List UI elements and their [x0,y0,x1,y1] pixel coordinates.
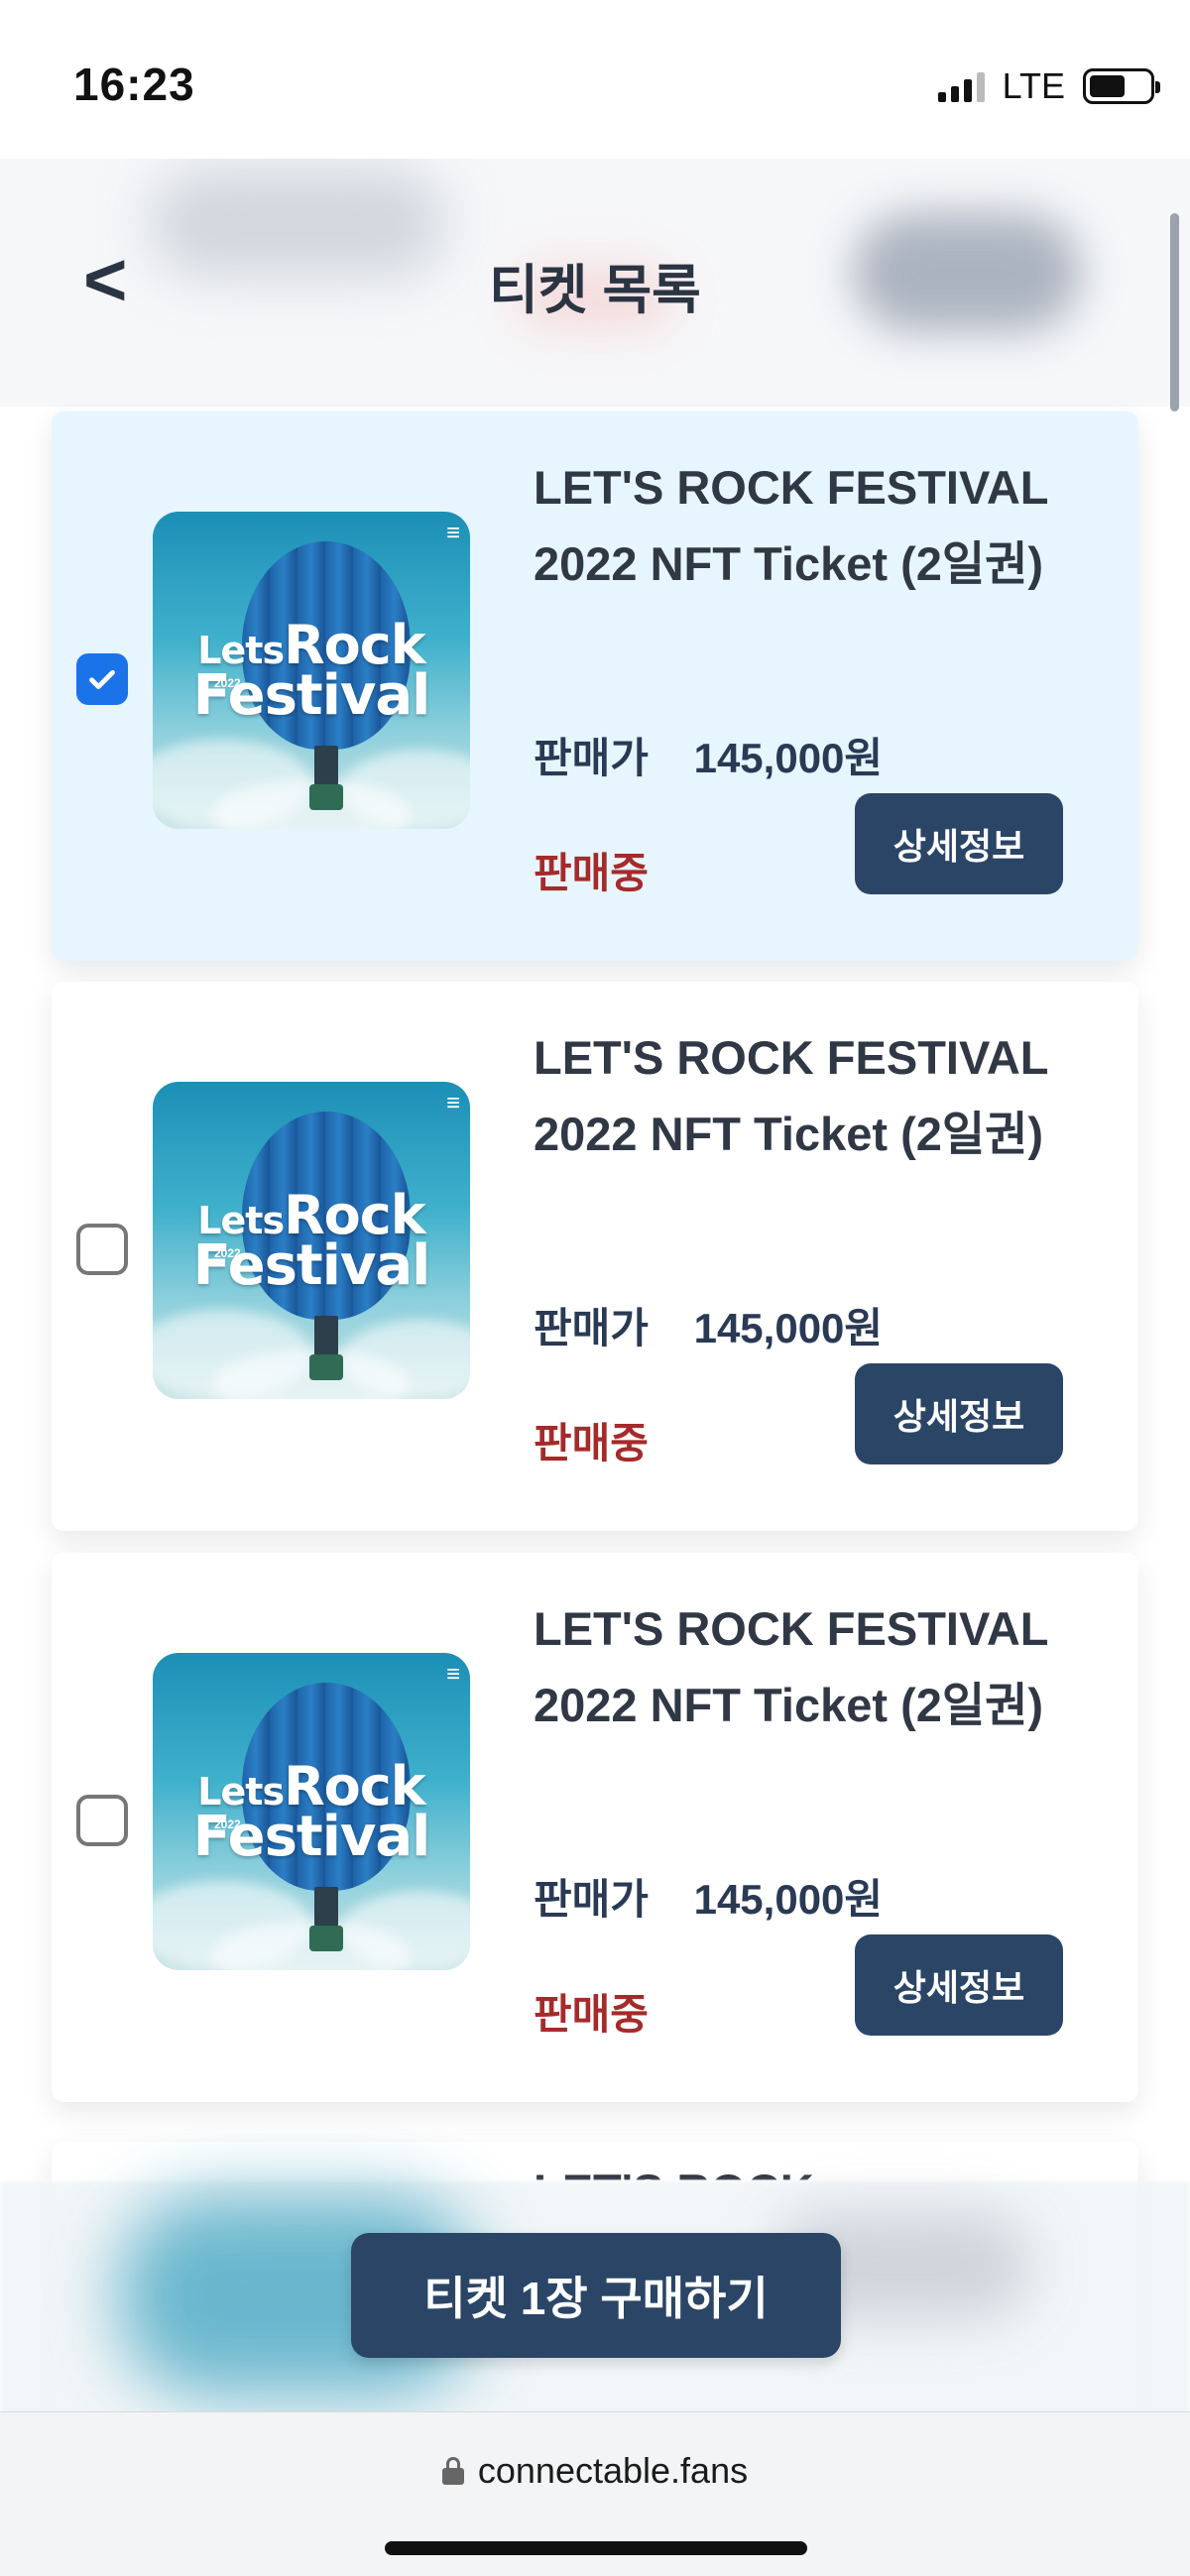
ticket-image-year: 2022 [214,676,241,690]
image-mark: ≡ [445,1661,460,1688]
status-indicators: LTE [937,65,1160,107]
buy-tickets-button[interactable]: 티켓 1장 구매하기 [351,2233,841,2358]
ticket-image-logo: LetsRock Festival [192,614,431,728]
url-bar[interactable]: connectable.fans [0,2450,1190,2492]
price-row: 판매가 145,000원 [534,1866,883,1927]
ticket-image-year: 2022 [214,1817,241,1831]
ticket-card[interactable]: ≡ LetsRock Festival 2022 LET'S ROCK FEST… [52,1553,1138,2102]
url-text: connectable.fans [477,2450,749,2491]
checkbox-checked-icon[interactable] [76,653,128,705]
ticket-image-logo: LetsRock Festival [192,1755,431,1869]
battery-icon [1083,68,1160,104]
sale-status: 판매중 [534,1420,649,1466]
ticket-image[interactable]: ≡ LetsRock Festival 2022 [153,512,470,829]
price-value: 145,000원 [693,1305,884,1351]
sale-status: 판매중 [534,1991,649,2038]
price-label: 판매가 [534,735,649,781]
signal-icon [937,70,985,102]
ticket-name: LET'S ROCK FESTIVAL 2022 NFT Ticket (2일권… [534,1602,1048,1731]
status-time: 16:23 [73,59,195,110]
browser-bar: connectable.fans [0,2411,1190,2576]
ticket-image-logo: LetsRock Festival [192,1184,431,1298]
status-bar: 16:23 LTE [0,0,1190,159]
page-title: 티켓 목록 [489,261,701,320]
detail-button[interactable]: 상세정보 [855,1934,1063,2036]
ticket-name: LET'S ROCK FESTIVAL 2022 NFT Ticket (2일권… [534,1031,1048,1160]
image-mark: ≡ [445,520,460,546]
lock-icon [441,2457,464,2485]
checkbox-empty-icon[interactable] [76,1224,128,1275]
price-label: 판매가 [534,1876,649,1923]
ticket-card[interactable]: ≡ LetsRock Festival 2022 LET'S ROCK FEST… [52,982,1138,1531]
network-label: LTE [1002,65,1065,106]
scrollbar[interactable] [1170,213,1179,411]
checkbox-empty-icon[interactable] [76,1795,128,1846]
price-row: 판매가 145,000원 [534,1295,883,1355]
ticket-image[interactable]: ≡ LetsRock Festival 2022 [153,1082,470,1399]
page-header: < 티켓 목록 [0,159,1190,407]
price-value: 145,000원 [693,735,884,781]
ticket-name: LET'S ROCK FESTIVAL 2022 NFT Ticket (2일권… [534,461,1048,590]
ticket-image-year: 2022 [214,1246,241,1260]
price-row: 판매가 145,000원 [534,725,883,785]
ticket-image[interactable]: ≡ LetsRock Festival 2022 [153,1653,470,1970]
image-mark: ≡ [445,1090,460,1116]
detail-button[interactable]: 상세정보 [855,793,1063,894]
sale-status: 판매중 [534,850,649,896]
detail-button[interactable]: 상세정보 [855,1363,1063,1464]
home-indicator[interactable] [385,2541,807,2555]
price-value: 145,000원 [693,1876,884,1923]
ticket-card[interactable]: ≡ LetsRock Festival 2022 LET'S ROCK FEST… [52,411,1138,961]
price-label: 판매가 [534,1305,649,1351]
